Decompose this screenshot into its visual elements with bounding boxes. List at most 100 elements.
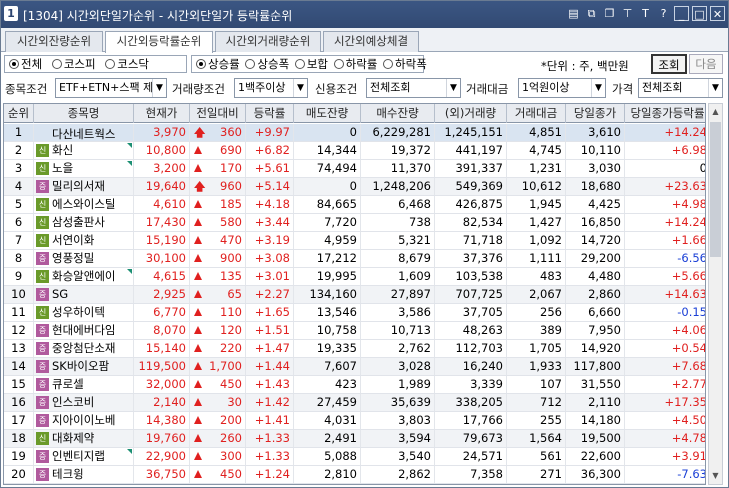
tab-after-hours-balance[interactable]: 시간외잔량순위	[5, 31, 103, 52]
cell-name[interactable]: 신 서연이화	[34, 232, 134, 249]
table-row[interactable]: 14 증 SK바이오팜 119,500 1,700 +1.44 7,607 3,028 16,2…	[4, 358, 705, 376]
table-row[interactable]: 9 신 화승알앤에이 4,615 135 +3.01 19,995 1,609 103,538 4…	[4, 268, 705, 286]
cell-name[interactable]: 증 현대에버다임	[34, 322, 134, 339]
cell-name[interactable]: 증 밀리의서재	[34, 178, 134, 195]
direction-radio-rise-amount[interactable]: 상승폭	[245, 57, 289, 71]
table-row[interactable]: 17 증 지아이이노베 14,380 200 +1.41 4,031 3,803 17,766 2…	[4, 412, 705, 430]
table-row[interactable]: 19 증 인벤티지랩 22,900 300 +1.33 5,088 3,540 24,571 56…	[4, 448, 705, 466]
column-header-rank[interactable]: 순위	[4, 104, 34, 123]
column-header-change[interactable]: 전일대비	[190, 104, 246, 123]
table-row[interactable]: 20 증 테크윙 36,750 450 +1.24 2,810 2,862 7,358 271 36…	[4, 466, 705, 484]
table-row[interactable]: 10 증 SG 2,925 65 +2.27 134,160 27,897 707,725 2,0…	[4, 286, 705, 304]
change-value: 960	[220, 179, 242, 193]
query-button[interactable]: 조회	[651, 54, 687, 74]
table-row[interactable]: 6 신 삼성출판사 17,430 580 +3.44 7,720 738 82,534 1,427…	[4, 214, 705, 232]
scroll-up-icon[interactable]: ▲	[709, 104, 722, 120]
cell-change: 🡅 960	[190, 178, 246, 195]
cell-name[interactable]: 신 에스와이스틸	[34, 196, 134, 213]
direction-radio-fall-rate[interactable]: 하락률	[333, 57, 377, 71]
tab-after-hours-volume[interactable]: 시간외거래량순위	[215, 31, 321, 52]
cell-rate: +5.61	[246, 160, 294, 177]
table-row[interactable]: 13 증 중앙첨단소재 15,140 220 +1.47 19,335 2,762 112,70…	[4, 340, 705, 358]
column-header-trade-amount[interactable]: 거래대금	[507, 104, 566, 123]
table-row[interactable]: 8 증 영풍정밀 30,100 900 +3.08 17,212 8,679 37,376 1,1…	[4, 250, 705, 268]
table-row[interactable]: 11 신 성우하이텍 6,770 110 +1.65 13,546 3,586 37,705 25…	[4, 304, 705, 322]
table-row[interactable]: 16 증 인스코비 2,140 30 +1.42 27,459 35,639 338,205 71…	[4, 394, 705, 412]
cell-name[interactable]: 신 성우하이텍	[34, 304, 134, 321]
credit-new-badge: 신	[36, 144, 49, 157]
title-bar[interactable]: 1 [1304] 시간외단일가순위 - 시간외단일가 등락률순위 ▤ ⧉ ❐ ⊤ T? _…	[1, 1, 728, 28]
cell-price: 10,800	[134, 142, 190, 159]
column-header-ask-volume[interactable]: 매도잔량	[294, 104, 361, 123]
cell-close-price: 31,550	[566, 376, 625, 393]
credit-new-badge: 신	[36, 270, 49, 283]
table-row[interactable]: 15 증 큐로셀 32,000 450 +1.43 423 1,989 3,339 107 31,5…	[4, 376, 705, 394]
maximize-icon[interactable]: □	[692, 6, 707, 21]
tab-after-hours-rate[interactable]: 시간외등락률순위	[105, 31, 213, 53]
cell-name[interactable]: 다산네트웍스	[34, 124, 134, 141]
change-value: 1,700	[209, 359, 242, 373]
market-radio-kosdaq[interactable]: 코스닥	[105, 57, 149, 71]
scroll-down-icon[interactable]: ▼	[709, 468, 722, 484]
table-row[interactable]: 4 증 밀리의서재 19,640 🡅 960 +5.14 0 1,248,206 549,369 1…	[4, 178, 705, 196]
volume-condition-select[interactable]: 1백주이상 ▼	[234, 78, 308, 98]
cell-name[interactable]: 증 SG	[34, 286, 134, 303]
copy-icon[interactable]: ⧉	[584, 6, 599, 21]
close-icon[interactable]: ✕	[710, 6, 725, 21]
column-header-bid-volume[interactable]: 매수잔량	[361, 104, 435, 123]
cell-name[interactable]: 증 테크윙	[34, 466, 134, 483]
table-row[interactable]: 12 증 현대에버다임 8,070 120 +1.51 10,758 10,713 48,263…	[4, 322, 705, 340]
trade-amount-label: 거래대금	[466, 82, 509, 96]
cell-name[interactable]: 신 대화제약	[34, 430, 134, 447]
cell-name[interactable]: 증 지아이이노베	[34, 412, 134, 429]
cell-name[interactable]: 신 노을	[34, 160, 134, 177]
minimize-icon[interactable]: _	[674, 6, 689, 21]
column-header-rate[interactable]: 등락률	[246, 104, 294, 123]
price-select[interactable]: 전체조회 ▼	[638, 78, 723, 98]
pin-icon[interactable]: ⊤	[620, 6, 635, 21]
cell-bid-volume: 1,248,206	[361, 178, 435, 195]
help-icon[interactable]: ?	[656, 6, 671, 21]
change-value: 65	[227, 287, 242, 301]
vertical-scrollbar[interactable]: ▲ ▼	[708, 103, 723, 485]
direction-radio-flat[interactable]: 보합	[294, 57, 328, 71]
credit-condition-select[interactable]: 전체조회 ▼	[366, 78, 461, 98]
table-row[interactable]: 1 다산네트웍스 3,970 🡅 360 +9.97 0 6,229,281 1,245,151…	[4, 124, 705, 142]
font-icon[interactable]: T	[638, 6, 653, 21]
column-header-name[interactable]: 종목명	[34, 104, 134, 123]
cell-name[interactable]: 증 큐로셀	[34, 376, 134, 393]
market-radio-kospi[interactable]: 코스피	[51, 57, 96, 71]
title-toolbar: ▤ ⧉ ❐ ⊤ T? _ □ ✕	[566, 6, 725, 21]
item-condition-select[interactable]: ETF+ETN+스팩 제외 ▼	[55, 78, 167, 98]
cell-name[interactable]: 증 인벤티지랩	[34, 448, 134, 465]
table-row[interactable]: 18 신 대화제약 19,760 260 +1.33 2,491 3,594 79,673 1,5…	[4, 430, 705, 448]
next-button[interactable]: 다음	[689, 54, 723, 74]
column-header-close-rate[interactable]: 당일종가등락률	[625, 104, 705, 123]
cell-name[interactable]: 증 중앙첨단소재	[34, 340, 134, 357]
up-arrow-icon	[194, 308, 202, 316]
cell-name[interactable]: 신 화신	[34, 142, 134, 159]
cell-name[interactable]: 신 화승알앤에이	[34, 268, 134, 285]
direction-radio-rise-rate[interactable]: 상승률	[196, 57, 240, 71]
column-header-price[interactable]: 현재가	[134, 104, 190, 123]
monitor-icon[interactable]: ▤	[566, 6, 581, 21]
cell-ask-volume: 7,720	[294, 214, 361, 231]
market-radio-all[interactable]: 전체	[9, 57, 42, 71]
column-header-close-price[interactable]: 당일종가	[566, 104, 625, 123]
table-row[interactable]: 3 신 노을 3,200 170 +5.61 74,494 11,370 391,337 1,23…	[4, 160, 705, 178]
direction-radio-fall-amount[interactable]: 하락폭	[383, 57, 427, 71]
table-row[interactable]: 7 신 서연이화 15,190 470 +3.19 4,959 5,321 71,718 1,09…	[4, 232, 705, 250]
cell-trade-amount: 389	[507, 322, 566, 339]
table-row[interactable]: 2 신 화신 10,800 690 +6.82 14,344 19,372 441,197 4,7…	[4, 142, 705, 160]
cell-name[interactable]: 증 인스코비	[34, 394, 134, 411]
cell-name[interactable]: 증 영풍정밀	[34, 250, 134, 267]
column-header-volume[interactable]: (외)거래량	[435, 104, 507, 123]
scroll-thumb[interactable]	[710, 122, 721, 257]
cell-volume: 707,725	[435, 286, 507, 303]
tab-after-hours-expected[interactable]: 시간외예상체결	[323, 31, 419, 52]
restore-icon[interactable]: ❐	[602, 6, 617, 21]
cell-name[interactable]: 증 SK바이오팜	[34, 358, 134, 375]
cell-name[interactable]: 신 삼성출판사	[34, 214, 134, 231]
table-row[interactable]: 5 신 에스와이스틸 4,610 185 +4.18 84,665 6,468 426,875 1…	[4, 196, 705, 214]
trade-amount-select[interactable]: 1억원이상 ▼	[518, 78, 606, 98]
